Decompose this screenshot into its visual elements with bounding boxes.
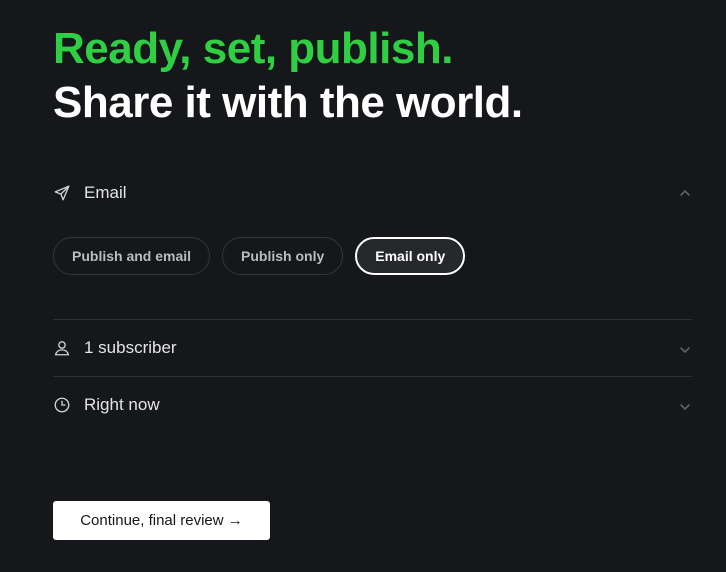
headline-secondary: Share it with the world. (53, 78, 523, 127)
chevron-down-icon[interactable] (678, 400, 692, 414)
schedule-section[interactable]: Right now (53, 388, 692, 422)
email-only-option[interactable]: Email only (355, 237, 466, 275)
user-icon (53, 339, 71, 357)
page-headline: Ready, set, publish. Share it with the w… (53, 22, 523, 130)
schedule-section-header[interactable]: Right now (53, 388, 692, 422)
continue-final-review-button[interactable]: Continue, final review → (53, 501, 270, 540)
chevron-down-icon[interactable] (678, 343, 692, 357)
divider (53, 319, 692, 320)
publish-only-option[interactable]: Publish only (222, 237, 344, 275)
publish-and-email-option[interactable]: Publish and email (53, 237, 211, 275)
email-options: Publish and email Publish only Email onl… (53, 237, 692, 275)
email-section: Email Publish and email Publish only Ema… (53, 176, 692, 275)
audience-label: 1 subscriber (84, 338, 177, 357)
schedule-label: Right now (84, 395, 160, 414)
audience-section-header[interactable]: 1 subscriber (53, 331, 692, 365)
divider (53, 376, 692, 377)
clock-icon (53, 396, 71, 414)
email-section-header[interactable]: Email (53, 176, 692, 210)
audience-section[interactable]: 1 subscriber (53, 331, 692, 365)
send-icon (53, 184, 71, 202)
headline-primary: Ready, set, publish. (53, 24, 453, 73)
chevron-up-icon[interactable] (678, 186, 692, 200)
publish-panel: Ready, set, publish. Share it with the w… (0, 0, 726, 572)
email-section-label: Email (84, 183, 127, 202)
